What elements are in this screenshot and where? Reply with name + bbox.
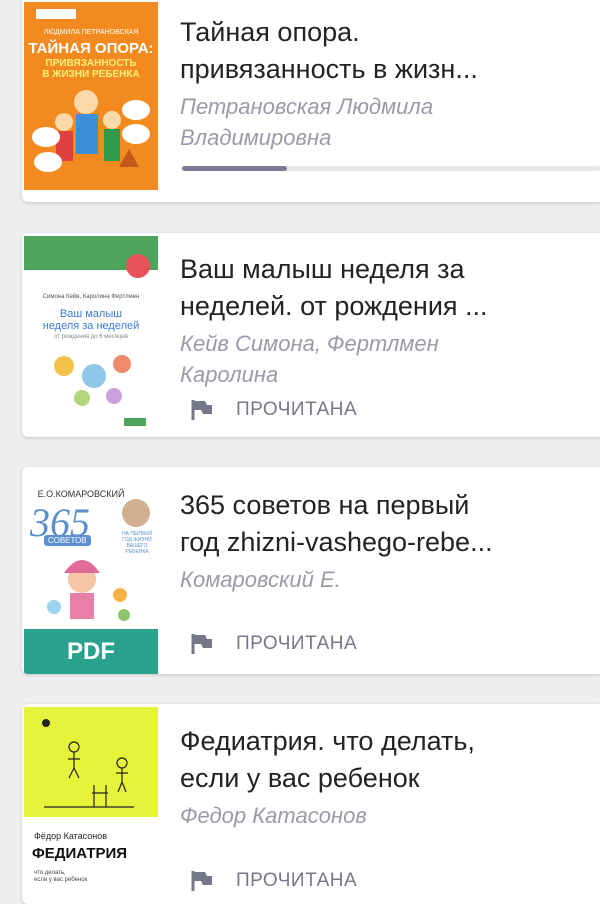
book-cover[interactable]: Е.О.КОМАРОВСКИЙ 365 СОВЕТОВ НА ПЕРВЫЙ ГО…: [24, 487, 158, 674]
book-title: Тайная опора. привязанность в жизн...: [180, 17, 478, 84]
book-cover[interactable]: Симона Кейв, Каролина Фертлмен Ваш малыш…: [24, 236, 158, 434]
book-cover[interactable]: Фёдор Катасонов ФЕДИАТРИЯ что делать, ес…: [24, 707, 158, 904]
cover-author: Е.О.КОМАРОВСКИЙ: [37, 489, 125, 499]
pdf-badge: PDF: [24, 629, 158, 674]
book-title: 365 советов на первый год zhizni-vashego…: [180, 490, 493, 557]
cover-title: ТАЙНАЯ ОПОРА:: [28, 40, 154, 57]
cover-subtitle: СОВЕТОВ: [44, 535, 91, 546]
cover-subtitle: ПРИВЯЗАННОСТЬ В ЖИЗНИ РЕБЕНКА: [42, 58, 140, 80]
book-cover[interactable]: ЛЮДМИЛА ПЕТРАНОВСКАЯ ТАЙНАЯ ОПОРА: ПРИВЯ…: [24, 2, 158, 190]
book-title: Федиатрия. что делать, если у вас ребено…: [180, 726, 475, 793]
flag-icon: [191, 634, 212, 654]
book-info: Тайная опора. привязанность в жизн... Пе…: [180, 14, 600, 153]
cover-author: ЛЮДМИЛА ПЕТРАНОВСКАЯ: [43, 29, 139, 36]
book-title: Ваш малыш неделя за неделей. от рождения…: [180, 254, 488, 321]
cover-author: Симона Кейв, Каролина Фертлмен: [42, 294, 140, 300]
read-status-label: ПРОЧИТАНА: [236, 399, 358, 420]
reading-progress-bar: [182, 166, 600, 171]
cover-author: Фёдор Катасонов: [34, 831, 108, 841]
book-list: ЛЮДМИЛА ПЕТРАНОВСКАЯ ТАЙНАЯ ОПОРА: ПРИВЯ…: [0, 0, 600, 904]
read-status-label: ПРОЧИТАНА: [236, 633, 358, 654]
cover-note: НА ПЕРВЫЙ ГОД ЖИЗНИ ВАШЕГО РЕБЕНКА: [122, 531, 152, 555]
book-info: 365 советов на первый год zhizni-vashego…: [180, 487, 600, 595]
book-card[interactable]: ЛЮДМИЛА ПЕТРАНОВСКАЯ ТАЙНАЯ ОПОРА: ПРИВЯ…: [22, 0, 600, 202]
flag-icon: [191, 871, 212, 891]
reading-progress-fill: [182, 166, 287, 171]
read-status: ПРОЧИТАНА: [190, 633, 357, 655]
book-card[interactable]: Е.О.КОМАРОВСКИЙ 365 СОВЕТОВ НА ПЕРВЫЙ ГО…: [22, 467, 600, 674]
cover-title: ФЕДИАТРИЯ: [32, 845, 128, 862]
cover-subtitle: что делать, если у вас ребенок: [34, 870, 88, 883]
book-author: Комаровский Е.: [180, 567, 341, 592]
book-author: Федор Катасонов: [180, 803, 367, 828]
read-status: ПРОЧИТАНА: [190, 870, 357, 892]
book-card[interactable]: Фёдор Катасонов ФЕДИАТРИЯ что делать, ес…: [22, 704, 600, 904]
book-info: Федиатрия. что делать, если у вас ребено…: [180, 723, 600, 831]
read-status: ПРОЧИТАНА: [190, 399, 357, 421]
cover-subtitle: от рождения до 6 месяцев: [54, 334, 128, 340]
read-status-label: ПРОЧИТАНА: [236, 870, 358, 891]
book-card[interactable]: Симона Кейв, Каролина Фертлмен Ваш малыш…: [22, 233, 600, 437]
book-info: Ваш малыш неделя за неделей. от рождения…: [180, 251, 600, 390]
cover-title: Ваш малыш неделя за неделей: [42, 308, 140, 332]
book-author: Петрановская Людмила Владимировна: [180, 94, 434, 150]
flag-icon: [191, 400, 212, 420]
book-author: Кейв Симона, Фертлмен Каролина: [180, 331, 439, 387]
